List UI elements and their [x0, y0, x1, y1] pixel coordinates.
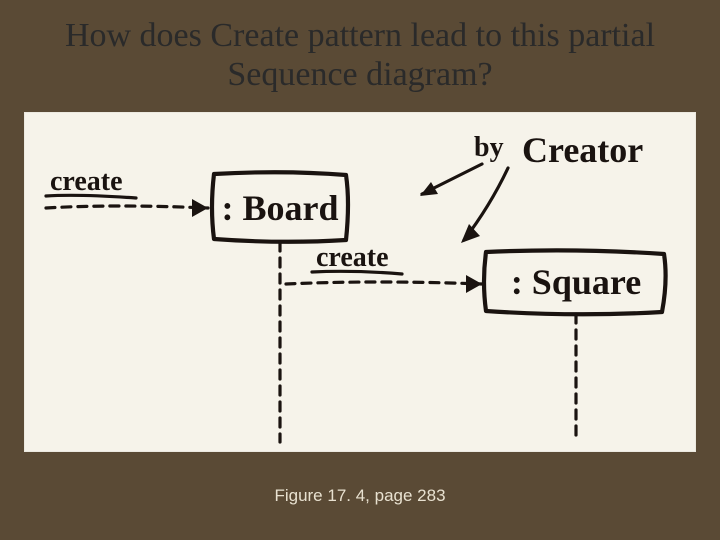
annotation-by-creator: by Creator	[420, 130, 643, 243]
slide-title: How does Create pattern lead to this par…	[0, 0, 720, 104]
object-square-label: : Square	[511, 262, 641, 302]
message-create-to-square: create	[286, 242, 482, 293]
annotation-creator-text: Creator	[522, 130, 643, 170]
object-board-label: : Board	[222, 188, 339, 228]
figure-caption: Figure 17. 4, page 283	[0, 486, 720, 506]
object-board: : Board	[212, 172, 348, 242]
message-create-to-square-label: create	[316, 242, 389, 273]
message-create-to-board-label: create	[50, 166, 123, 197]
sequence-diagram-figure: create : Board by Creator	[24, 112, 696, 452]
object-square: : Square	[484, 251, 666, 315]
annotation-by-text: by	[474, 132, 504, 163]
message-create-to-board: create	[46, 166, 208, 217]
sequence-diagram-svg: create : Board by Creator	[24, 112, 696, 452]
